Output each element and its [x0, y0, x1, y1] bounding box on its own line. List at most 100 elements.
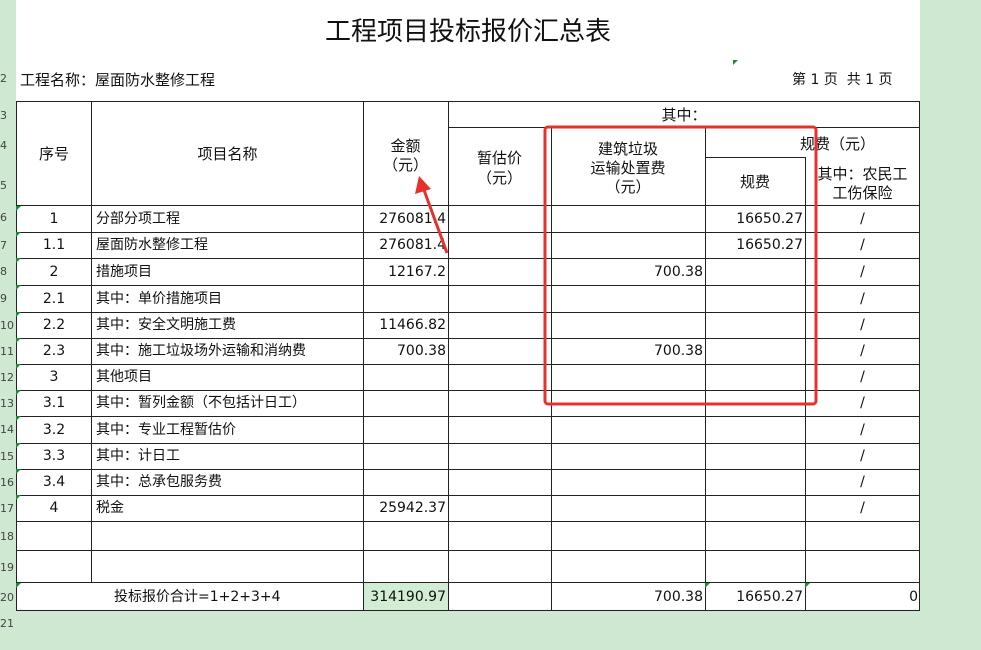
- cell-fees[interactable]: [705, 443, 805, 469]
- cell-injury[interactable]: /: [805, 469, 920, 495]
- cell-fees[interactable]: 16650.27: [705, 206, 805, 232]
- cell-amount[interactable]: 25942.37: [363, 495, 448, 521]
- row-number[interactable]: 8: [0, 266, 16, 278]
- total-provisional[interactable]: [448, 583, 551, 610]
- cell-seq[interactable]: 2.2: [16, 312, 92, 338]
- cell-fees[interactable]: [705, 550, 805, 583]
- cell-fees[interactable]: [705, 390, 805, 416]
- cell-amount[interactable]: [363, 469, 448, 495]
- row-number[interactable]: 2: [0, 73, 16, 85]
- cell-waste[interactable]: [551, 443, 705, 469]
- total-amount[interactable]: 314190.97: [363, 583, 448, 610]
- cell-item-name[interactable]: [92, 521, 363, 550]
- cell-seq[interactable]: 2.1: [16, 285, 92, 312]
- cell-seq[interactable]: 1.1: [16, 232, 92, 258]
- cell-amount[interactable]: 11466.82: [363, 312, 448, 338]
- cell-provisional[interactable]: [448, 258, 551, 285]
- row-number[interactable]: 18: [0, 531, 16, 543]
- cell-waste[interactable]: [551, 390, 705, 416]
- cell-item-name[interactable]: 其中：总承包服务费: [92, 469, 363, 495]
- row-number[interactable]: 7: [0, 240, 16, 252]
- cell-seq[interactable]: [16, 550, 92, 583]
- cell-item-name[interactable]: 分部分项工程: [92, 206, 363, 232]
- cell-fees[interactable]: [705, 469, 805, 495]
- cell-amount[interactable]: 276081.4: [363, 232, 448, 258]
- row-number[interactable]: 15: [0, 451, 16, 463]
- cell-waste[interactable]: [551, 232, 705, 258]
- cell-fees[interactable]: [705, 285, 805, 312]
- cell-waste[interactable]: [551, 469, 705, 495]
- cell-provisional[interactable]: [448, 550, 551, 583]
- cell-provisional[interactable]: [448, 206, 551, 232]
- cell-waste[interactable]: [551, 312, 705, 338]
- cell-seq[interactable]: 3.4: [16, 469, 92, 495]
- cell-item-name[interactable]: 其中：计日工: [92, 443, 363, 469]
- cell-provisional[interactable]: [448, 521, 551, 550]
- cell-amount[interactable]: [363, 521, 448, 550]
- cell-seq[interactable]: 3.3: [16, 443, 92, 469]
- cell-seq[interactable]: 3.2: [16, 416, 92, 443]
- cell-item-name[interactable]: 措施项目: [92, 258, 363, 285]
- cell-seq[interactable]: 3: [16, 364, 92, 390]
- cell-seq[interactable]: 2: [16, 258, 92, 285]
- cell-injury[interactable]: /: [805, 285, 920, 312]
- row-number[interactable]: 13: [0, 398, 16, 410]
- row-number[interactable]: 11: [0, 346, 16, 358]
- cell-amount[interactable]: [363, 364, 448, 390]
- cell-amount[interactable]: 12167.2: [363, 258, 448, 285]
- cell-waste[interactable]: [551, 521, 705, 550]
- cell-waste[interactable]: 700.38: [551, 338, 705, 364]
- cell-item-name[interactable]: 其中：暂列金额（不包括计日工）: [92, 390, 363, 416]
- cell-injury[interactable]: /: [805, 443, 920, 469]
- cell-injury[interactable]: /: [805, 390, 920, 416]
- cell-fees[interactable]: [705, 258, 805, 285]
- cell-fees[interactable]: [705, 364, 805, 390]
- row-number[interactable]: 4: [0, 140, 16, 152]
- cell-provisional[interactable]: [448, 443, 551, 469]
- cell-provisional[interactable]: [448, 364, 551, 390]
- cell-item-name[interactable]: 其中：专业工程暂估价: [92, 416, 363, 443]
- total-waste[interactable]: 700.38: [551, 583, 705, 610]
- cell-waste[interactable]: [551, 285, 705, 312]
- row-number[interactable]: 9: [0, 293, 16, 305]
- cell-item-name[interactable]: 税金: [92, 495, 363, 521]
- row-number[interactable]: 6: [0, 212, 16, 224]
- row-number[interactable]: 12: [0, 372, 16, 384]
- total-fees[interactable]: 16650.27: [705, 583, 805, 610]
- cell-seq[interactable]: 3.1: [16, 390, 92, 416]
- cell-seq[interactable]: 2.3: [16, 338, 92, 364]
- row-number[interactable]: 3: [0, 110, 16, 122]
- cell-amount[interactable]: [363, 550, 448, 583]
- cell-item-name[interactable]: 其中：单价措施项目: [92, 285, 363, 312]
- cell-injury[interactable]: /: [805, 495, 920, 521]
- cell-amount[interactable]: 276081.4: [363, 206, 448, 232]
- cell-provisional[interactable]: [448, 312, 551, 338]
- row-number[interactable]: 21: [0, 618, 16, 630]
- cell-item-name[interactable]: [92, 550, 363, 583]
- cell-fees[interactable]: [705, 338, 805, 364]
- row-number[interactable]: 14: [0, 424, 16, 436]
- row-number[interactable]: 10: [0, 320, 16, 332]
- cell-seq[interactable]: 1: [16, 206, 92, 232]
- cell-waste[interactable]: [551, 364, 705, 390]
- cell-item-name[interactable]: 其他项目: [92, 364, 363, 390]
- row-number[interactable]: 16: [0, 477, 16, 489]
- cell-fees[interactable]: [705, 312, 805, 338]
- cell-injury[interactable]: [805, 521, 920, 550]
- cell-fees[interactable]: [705, 416, 805, 443]
- cell-item-name[interactable]: 其中：施工垃圾场外运输和消纳费: [92, 338, 363, 364]
- cell-injury[interactable]: /: [805, 258, 920, 285]
- cell-injury[interactable]: /: [805, 338, 920, 364]
- cell-fees[interactable]: [705, 521, 805, 550]
- cell-provisional[interactable]: [448, 416, 551, 443]
- cell-fees[interactable]: 16650.27: [705, 232, 805, 258]
- cell-provisional[interactable]: [448, 469, 551, 495]
- cell-waste[interactable]: [551, 495, 705, 521]
- cell-amount[interactable]: [363, 390, 448, 416]
- cell-provisional[interactable]: [448, 285, 551, 312]
- cell-amount[interactable]: 700.38: [363, 338, 448, 364]
- cell-provisional[interactable]: [448, 232, 551, 258]
- cell-amount[interactable]: [363, 416, 448, 443]
- cell-provisional[interactable]: [448, 390, 551, 416]
- cell-waste[interactable]: [551, 550, 705, 583]
